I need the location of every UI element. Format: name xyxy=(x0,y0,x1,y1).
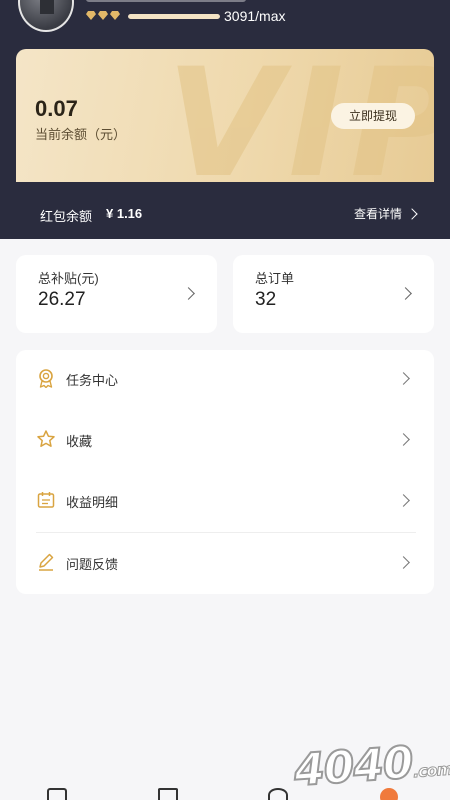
xp-progress-fill xyxy=(128,14,220,19)
gem-icon xyxy=(86,11,96,20)
menu-item-earnings-detail[interactable]: 收益明细 xyxy=(16,472,434,532)
total-subsidy-label: 总补贴(元) xyxy=(38,271,99,286)
menu-divider xyxy=(36,532,416,533)
avatar[interactable] xyxy=(18,0,74,32)
view-details-label: 查看详情 xyxy=(354,207,403,221)
chevron-right-icon xyxy=(397,494,410,507)
account-header: 3091/max VIP 0.07 当前余额（元） 立即提现 红包余额 ¥ 1.… xyxy=(0,0,450,239)
level-gems xyxy=(86,11,120,20)
username-placeholder xyxy=(86,0,246,2)
gem-icon xyxy=(110,11,120,20)
calendar-icon xyxy=(37,492,55,508)
total-orders-value: 32 xyxy=(255,289,277,310)
chevron-right-icon xyxy=(399,287,412,300)
current-balance-label: 当前余额（元） xyxy=(35,127,127,142)
total-orders-card[interactable]: 总订单 32 xyxy=(233,255,434,333)
chevron-right-icon xyxy=(182,287,195,300)
pencil-icon xyxy=(39,553,54,571)
vip-balance-card: VIP 0.07 当前余额（元） 立即提现 xyxy=(16,49,434,182)
withdraw-button[interactable]: 立即提现 xyxy=(331,103,415,129)
menu-item-label: 任务中心 xyxy=(66,373,119,388)
menu-item-label: 问题反馈 xyxy=(66,557,119,572)
menu-item-label: 收益明细 xyxy=(66,495,119,510)
gem-icon xyxy=(98,11,108,20)
badge-icon xyxy=(39,369,53,388)
chevron-right-icon xyxy=(397,556,410,569)
chevron-right-icon xyxy=(406,207,418,220)
star-icon xyxy=(37,430,55,447)
profile-tab-icon[interactable] xyxy=(268,788,288,800)
home-tab-icon[interactable] xyxy=(47,788,67,800)
menu-item-favorites[interactable]: 收藏 xyxy=(16,411,434,471)
view-details-link[interactable]: 查看详情 xyxy=(354,205,418,222)
menu-item-label: 收藏 xyxy=(66,434,93,449)
xp-text: 3091/max xyxy=(224,8,286,24)
chevron-right-icon xyxy=(397,372,410,385)
red-packet-label: 红包余额 xyxy=(40,209,93,224)
total-orders-label: 总订单 xyxy=(255,271,295,286)
total-subsidy-value: 26.27 xyxy=(38,289,86,310)
menu-list: 任务中心 收藏 收益明细 问题反馈 xyxy=(16,350,434,594)
xp-progress-bar xyxy=(128,14,220,19)
menu-item-feedback[interactable]: 问题反馈 xyxy=(16,534,434,594)
list-tab-icon[interactable] xyxy=(158,788,178,800)
site-watermark-logo: 4040.com xyxy=(291,736,450,797)
current-balance: 0.07 xyxy=(35,96,78,121)
chevron-right-icon xyxy=(397,433,410,446)
menu-item-task-center[interactable]: 任务中心 xyxy=(16,350,434,410)
total-subsidy-card[interactable]: 总补贴(元) 26.27 xyxy=(16,255,217,333)
red-packet-value: ¥ 1.16 xyxy=(106,206,143,221)
